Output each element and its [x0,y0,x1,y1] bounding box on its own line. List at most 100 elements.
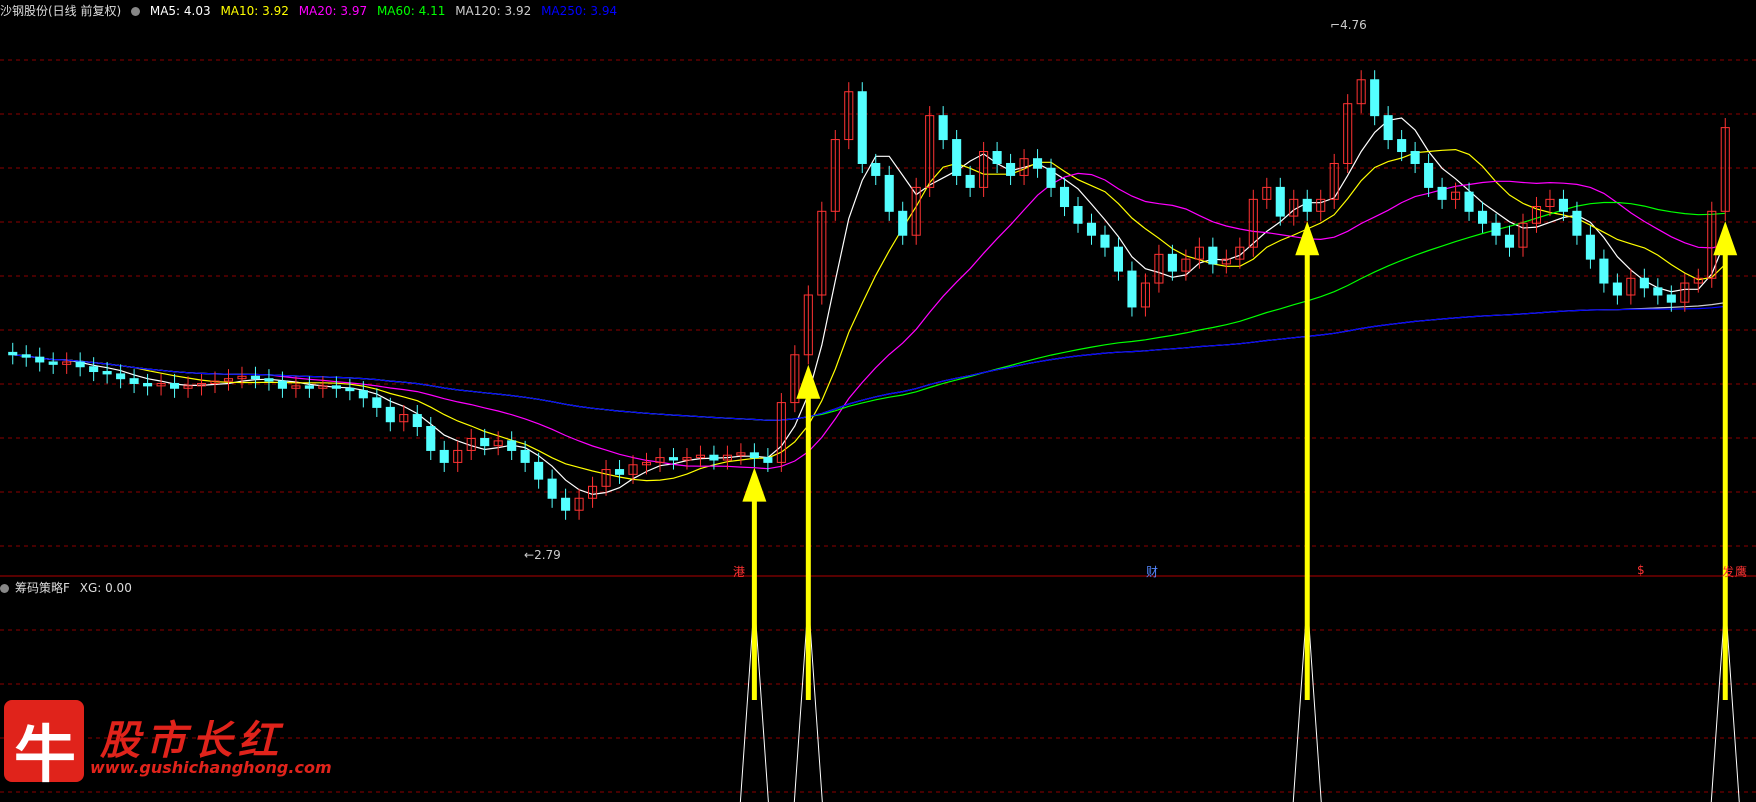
candle-body [871,162,881,176]
candle-body [534,461,544,480]
toggle-icon[interactable] [131,7,141,16]
candle-body [884,174,894,212]
low-price-value: 2.79 [534,548,561,562]
watermark-logo-char: 牛 [14,718,77,791]
candle-body [763,457,773,463]
sub-panel-header: 筹码策略F XG: 0.00 [0,579,138,596]
candle-body [264,378,274,382]
candle-body [143,382,153,387]
candle-body [1437,186,1447,200]
candle-body [1113,246,1124,272]
candle-body [898,210,908,236]
candle-body [358,390,368,399]
candle-body [35,356,45,363]
candle-body [412,414,422,428]
ma-line [12,302,1726,421]
main-panel-header: 沙钢股份(日线 前复权) MA5: 4.03 MA10: 3.92 MA20: … [0,2,623,19]
indicator-title: 筹码策略F [15,581,70,595]
candle-body [709,454,719,461]
signal-arrow-head [796,364,821,399]
candle-body [1599,258,1609,284]
candle-body [21,354,31,358]
high-price-value: 4.76 [1340,18,1367,32]
candle-body [1127,270,1137,308]
candle-body [1302,198,1312,212]
toggle-icon[interactable] [0,584,9,593]
indicator-value: XG: 0.00 [79,581,132,595]
candle-body [1666,294,1676,303]
candle-body [1006,162,1016,176]
stock-title: 沙钢股份(日线 前复权) [0,4,122,18]
candle-body [952,139,962,176]
candle-body [385,406,395,423]
candle-body [1612,282,1622,296]
signal-arrows [742,221,1738,700]
candle-body [1477,210,1488,224]
candlestick-series [8,70,1730,520]
watermark-url: www.gushichanghong.com [90,758,332,777]
ma-line [12,201,1726,421]
signal-arrow-head [1713,221,1738,256]
candle-body [426,426,436,451]
event-badge-eagle[interactable]: 鹰 [1735,563,1747,580]
event-badge-issue[interactable]: 发 [1722,563,1734,580]
ma-line [12,172,1726,470]
candle-body [965,174,975,188]
candle-body [480,437,490,447]
candle-body [1370,79,1380,117]
candle-body [1558,198,1568,212]
ma60-label: MA60: 4.11 [376,4,446,18]
candle-body [547,478,557,499]
ma250-label: MA250: 3.94 [541,4,618,18]
candle-body [250,375,261,380]
candle-body [1424,162,1434,188]
candle-body [1639,277,1649,289]
candle-body [439,449,449,463]
ma20-label: MA20: 3.97 [298,4,368,18]
candle-body [1653,287,1663,296]
candle-body [1464,191,1474,212]
candle-body [1046,167,1056,188]
candle-body [1275,186,1285,217]
candle-body [1491,222,1501,236]
candle-body [561,497,571,511]
candle-body [1572,210,1582,236]
ma10-label: MA10: 3.92 [220,4,289,18]
stock-chart [0,59,1756,802]
candle-body [102,371,112,375]
candle-body [331,385,341,389]
candle-body [372,397,382,408]
candle-body [1410,151,1420,164]
moving-average-lines [12,117,1726,496]
candle-body [1167,253,1177,272]
candle-body [1086,222,1097,236]
event-badge-dollar[interactable]: $ [1637,563,1645,577]
ma-line [12,117,1726,496]
candle-body [89,366,99,373]
ma5-label: MA5: 4.03 [149,4,211,18]
candle-body [8,351,18,356]
candle-body [1059,186,1070,208]
candle-body [1397,139,1407,153]
low-price-label: ←2.79 [524,548,561,562]
candle-body [48,361,58,365]
candle-body [1208,246,1218,265]
candle-body [938,115,948,141]
candle-body [170,382,180,389]
candle-body [857,91,867,164]
candle-body [520,449,530,463]
event-badge-finance[interactable]: 财 [1146,563,1158,580]
candle-body [1383,115,1393,141]
high-price-label: ⌐4.76 [1330,18,1367,32]
candle-body [614,469,625,475]
candle-body [1073,206,1083,224]
candle-body [277,380,287,389]
event-badge-hk[interactable]: 港 [733,563,745,580]
candle-body [1585,234,1595,260]
signal-arrow-head [742,467,767,502]
ma120-label: MA120: 3.92 [455,4,532,18]
candle-body [749,452,759,459]
candle-body [75,361,85,368]
signal-arrow-head [1295,221,1320,256]
candle-body [1100,234,1110,248]
